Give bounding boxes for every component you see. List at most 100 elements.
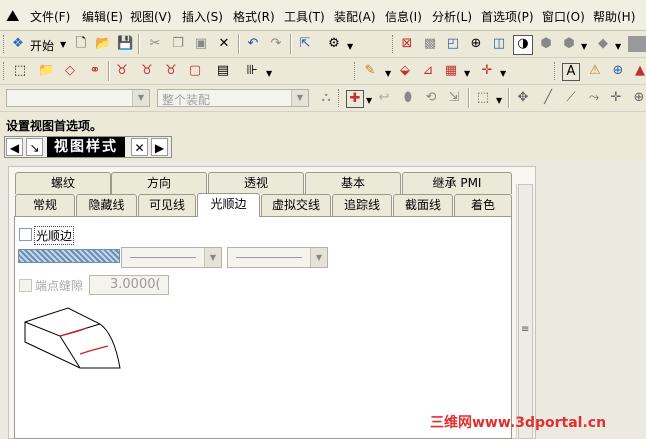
type-filter-combo[interactable]: ▼ bbox=[6, 89, 150, 107]
sequence-icon[interactable]: ▤ bbox=[215, 63, 231, 79]
dock-arrow-icon[interactable]: ↘ bbox=[26, 138, 43, 156]
delete-icon[interactable]: ✕ bbox=[216, 36, 232, 52]
redo-icon[interactable]: ↷ bbox=[268, 36, 284, 52]
tab-shading[interactable]: 着色 bbox=[454, 194, 512, 216]
symbol-icon[interactable]: ⊕ bbox=[610, 63, 626, 79]
toolbar-grip[interactable] bbox=[392, 35, 396, 53]
chevron-down-icon[interactable]: ▼ bbox=[464, 69, 470, 78]
constraint-icon[interactable]: ♉ bbox=[114, 63, 130, 79]
new-component-icon[interactable]: ⬚ bbox=[12, 63, 28, 79]
tab-thread[interactable]: 螺纹 bbox=[15, 172, 111, 194]
menu-tools[interactable]: 工具(T) bbox=[284, 8, 325, 25]
toolbar-grip[interactable] bbox=[3, 35, 7, 53]
drawing-icon[interactable]: ⬙ bbox=[397, 63, 413, 79]
array-icon[interactable]: ⊪ bbox=[244, 63, 260, 79]
menu-assembly[interactable]: 装配(A) bbox=[334, 8, 376, 25]
vertical-scrollbar[interactable]: ≡ bbox=[516, 184, 534, 439]
align-icon[interactable]: ♉ bbox=[163, 63, 179, 79]
zoom-icon[interactable]: ⊕ bbox=[468, 36, 484, 52]
chevron-down-icon[interactable]: ▼ bbox=[496, 96, 502, 105]
toolbar-grip[interactable] bbox=[338, 89, 342, 107]
undo-select-icon[interactable]: ↩ bbox=[376, 90, 392, 106]
line-icon[interactable]: ╱ bbox=[540, 90, 556, 106]
command-finder-icon[interactable]: ⚙ bbox=[326, 36, 342, 52]
chevron-down-icon[interactable]: ▼ bbox=[581, 42, 587, 51]
menu-format[interactable]: 格式(R) bbox=[233, 8, 275, 25]
chevron-down-icon[interactable]: ▼ bbox=[132, 90, 149, 106]
view-orient-icon[interactable]: ◆ bbox=[595, 36, 611, 52]
intersect-icon[interactable]: ✛ bbox=[608, 90, 624, 106]
tab-visible-lines[interactable]: 可见线 bbox=[138, 194, 196, 216]
render-icon[interactable]: ⬢ bbox=[538, 36, 554, 52]
crosshair-icon[interactable]: ✛ bbox=[479, 63, 495, 79]
menu-info[interactable]: 信息(I) bbox=[385, 8, 422, 25]
marker-icon[interactable]: ▲ bbox=[632, 63, 646, 79]
link-icon[interactable]: ⚭ bbox=[87, 63, 103, 79]
dimension-icon[interactable]: ⊿ bbox=[420, 63, 436, 79]
box-select-icon[interactable]: ⬚ bbox=[475, 90, 491, 106]
tab-traced-lines[interactable]: 追踪线 bbox=[332, 194, 392, 216]
cube-icon[interactable]: ⬢ bbox=[561, 36, 577, 52]
tab-inherit-pmi[interactable]: 继承 PMI bbox=[402, 172, 512, 194]
zoom-box-icon[interactable]: ▩ bbox=[422, 36, 438, 52]
prev-arrow-icon[interactable]: ◀ bbox=[6, 138, 23, 156]
mate-icon[interactable]: ♉ bbox=[139, 63, 155, 79]
toolbar-grip[interactable] bbox=[554, 62, 558, 80]
circle-center-icon[interactable]: ⊕ bbox=[631, 90, 646, 106]
menu-insert[interactable]: 插入(S) bbox=[182, 8, 223, 25]
chevron-down-icon[interactable]: ▼ bbox=[266, 69, 272, 78]
chevron-down-icon[interactable]: ▼ bbox=[366, 96, 372, 105]
menu-preferences[interactable]: 首选项(P) bbox=[481, 8, 534, 25]
chevron-down-icon[interactable]: ▼ bbox=[615, 42, 621, 51]
endpoint-icon[interactable]: ⟋ bbox=[563, 90, 579, 106]
tab-smooth-edges[interactable]: 光顺边 bbox=[197, 193, 260, 217]
chevron-down-icon[interactable]: ▼ bbox=[204, 248, 221, 267]
line-width-combo[interactable]: ▼ bbox=[227, 247, 328, 268]
menu-help[interactable]: 帮助(H) bbox=[593, 8, 635, 25]
cut-icon[interactable]: ✂ bbox=[147, 36, 163, 52]
snap-icon[interactable]: ✚ bbox=[346, 90, 364, 108]
move-icon[interactable]: ⇲ bbox=[446, 90, 462, 106]
new-file-icon[interactable]: 🗋 bbox=[73, 36, 89, 52]
zoom-window-icon[interactable]: ◰ bbox=[445, 36, 461, 52]
endpoint-gap-checkbox[interactable] bbox=[19, 279, 32, 292]
chevron-down-icon[interactable]: ▼ bbox=[310, 248, 327, 267]
tab-basic[interactable]: 基本 bbox=[305, 172, 401, 194]
color-swatch[interactable] bbox=[18, 249, 120, 263]
close-icon[interactable]: ✕ bbox=[131, 138, 148, 156]
erase-icon[interactable]: ◇ bbox=[62, 63, 78, 79]
smooth-edges-checkbox[interactable] bbox=[19, 228, 32, 241]
chevron-down-icon[interactable]: ▼ bbox=[60, 40, 66, 49]
chevron-down-icon[interactable]: ▼ bbox=[500, 69, 506, 78]
tab-hidden-lines[interactable]: 隐藏线 bbox=[76, 194, 137, 216]
tab-virtual-intersections[interactable]: 虚拟交线 bbox=[261, 194, 331, 216]
tab-general[interactable]: 常规 bbox=[15, 194, 75, 216]
shaded-view-icon[interactable]: ◑ bbox=[513, 35, 533, 55]
tab-section-lines[interactable]: 截面线 bbox=[393, 194, 453, 216]
chevron-down-icon[interactable]: ▼ bbox=[347, 42, 353, 51]
select-icon[interactable]: ⇱ bbox=[297, 36, 313, 52]
tab-orientation[interactable]: 方向 bbox=[111, 172, 207, 194]
body-icon[interactable]: ⬮ bbox=[400, 90, 416, 106]
move-cross-icon[interactable]: ✥ bbox=[515, 90, 531, 106]
menu-edit[interactable]: 编辑(E) bbox=[82, 8, 123, 25]
next-arrow-icon[interactable]: ▶ bbox=[151, 138, 168, 156]
save-icon[interactable]: 💾 bbox=[117, 36, 133, 52]
scrollbar-thumb[interactable] bbox=[518, 184, 533, 439]
start-button[interactable]: 开始 bbox=[30, 37, 54, 54]
rotate-icon[interactable]: ⟲ bbox=[423, 90, 439, 106]
table-icon[interactable]: ▦ bbox=[443, 63, 459, 79]
menu-view[interactable]: 视图(V) bbox=[130, 8, 172, 25]
menu-file[interactable]: 文件(F) bbox=[30, 8, 70, 25]
toolbar-grip[interactable] bbox=[354, 62, 358, 80]
chevron-down-icon[interactable]: ▼ bbox=[385, 69, 391, 78]
menu-window[interactable]: 窗口(O) bbox=[542, 8, 585, 25]
line-font-combo[interactable]: ▼ bbox=[121, 247, 222, 268]
copy-icon[interactable]: ❐ bbox=[170, 36, 186, 52]
undo-icon[interactable]: ↶ bbox=[245, 36, 261, 52]
selection-option-icon[interactable]: ⛬ bbox=[318, 90, 334, 106]
explode-icon[interactable]: ▢ bbox=[187, 63, 203, 79]
pan-icon[interactable]: ◫ bbox=[491, 36, 507, 52]
background-icon[interactable] bbox=[628, 36, 646, 52]
wand-icon[interactable]: ✎ bbox=[362, 63, 378, 79]
